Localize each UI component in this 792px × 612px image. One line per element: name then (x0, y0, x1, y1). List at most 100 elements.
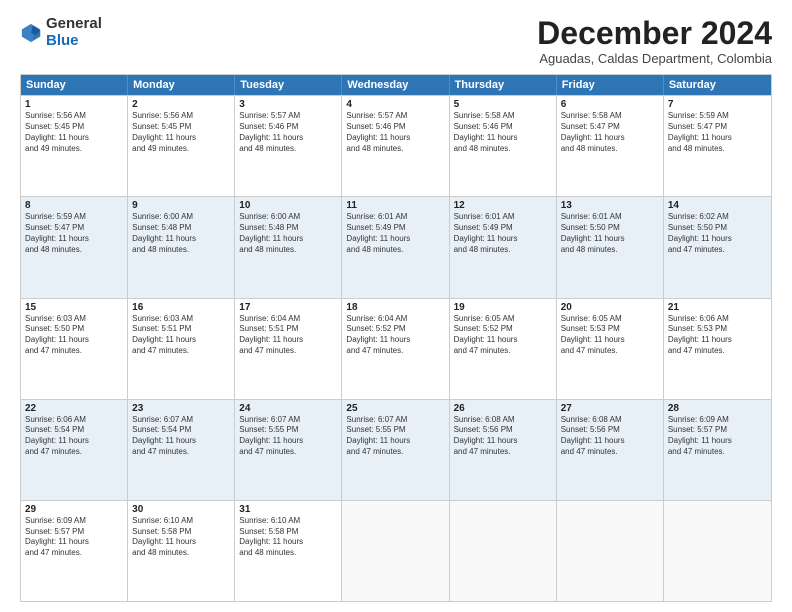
week-row-4: 22Sunrise: 6:06 AM Sunset: 5:54 PM Dayli… (21, 399, 771, 500)
day-info: Sunrise: 5:56 AM Sunset: 5:45 PM Dayligh… (132, 111, 230, 154)
day-cell-empty (450, 501, 557, 601)
day-cell-22: 22Sunrise: 6:06 AM Sunset: 5:54 PM Dayli… (21, 400, 128, 500)
day-info: Sunrise: 6:07 AM Sunset: 5:55 PM Dayligh… (346, 415, 444, 458)
day-info: Sunrise: 6:04 AM Sunset: 5:52 PM Dayligh… (346, 314, 444, 357)
day-cell-18: 18Sunrise: 6:04 AM Sunset: 5:52 PM Dayli… (342, 299, 449, 399)
day-cell-empty (557, 501, 664, 601)
day-info: Sunrise: 6:10 AM Sunset: 5:58 PM Dayligh… (239, 516, 337, 559)
page: General Blue December 2024 Aguadas, Cald… (0, 0, 792, 612)
day-info: Sunrise: 6:05 AM Sunset: 5:52 PM Dayligh… (454, 314, 552, 357)
day-cell-19: 19Sunrise: 6:05 AM Sunset: 5:52 PM Dayli… (450, 299, 557, 399)
day-number: 3 (239, 99, 337, 110)
day-number: 23 (132, 403, 230, 414)
day-cell-1: 1Sunrise: 5:56 AM Sunset: 5:45 PM Daylig… (21, 96, 128, 196)
day-cell-30: 30Sunrise: 6:10 AM Sunset: 5:58 PM Dayli… (128, 501, 235, 601)
day-number: 18 (346, 302, 444, 313)
day-cell-17: 17Sunrise: 6:04 AM Sunset: 5:51 PM Dayli… (235, 299, 342, 399)
day-cell-11: 11Sunrise: 6:01 AM Sunset: 5:49 PM Dayli… (342, 197, 449, 297)
day-number: 4 (346, 99, 444, 110)
day-cell-9: 9Sunrise: 6:00 AM Sunset: 5:48 PM Daylig… (128, 197, 235, 297)
day-cell-31: 31Sunrise: 6:10 AM Sunset: 5:58 PM Dayli… (235, 501, 342, 601)
day-cell-13: 13Sunrise: 6:01 AM Sunset: 5:50 PM Dayli… (557, 197, 664, 297)
day-info: Sunrise: 6:00 AM Sunset: 5:48 PM Dayligh… (239, 212, 337, 255)
day-number: 29 (25, 504, 123, 515)
day-number: 21 (668, 302, 767, 313)
day-cell-23: 23Sunrise: 6:07 AM Sunset: 5:54 PM Dayli… (128, 400, 235, 500)
day-info: Sunrise: 5:58 AM Sunset: 5:47 PM Dayligh… (561, 111, 659, 154)
day-cell-4: 4Sunrise: 5:57 AM Sunset: 5:46 PM Daylig… (342, 96, 449, 196)
week-row-1: 1Sunrise: 5:56 AM Sunset: 5:45 PM Daylig… (21, 95, 771, 196)
day-info: Sunrise: 6:06 AM Sunset: 5:54 PM Dayligh… (25, 415, 123, 458)
month-title: December 2024 (537, 16, 772, 51)
day-number: 8 (25, 200, 123, 211)
day-number: 22 (25, 403, 123, 414)
day-number: 15 (25, 302, 123, 313)
day-info: Sunrise: 6:03 AM Sunset: 5:51 PM Dayligh… (132, 314, 230, 357)
day-info: Sunrise: 5:58 AM Sunset: 5:46 PM Dayligh… (454, 111, 552, 154)
day-cell-12: 12Sunrise: 6:01 AM Sunset: 5:49 PM Dayli… (450, 197, 557, 297)
day-info: Sunrise: 6:01 AM Sunset: 5:49 PM Dayligh… (346, 212, 444, 255)
day-cell-29: 29Sunrise: 6:09 AM Sunset: 5:57 PM Dayli… (21, 501, 128, 601)
day-info: Sunrise: 5:56 AM Sunset: 5:45 PM Dayligh… (25, 111, 123, 154)
logo: General Blue (20, 16, 102, 49)
day-number: 26 (454, 403, 552, 414)
day-number: 31 (239, 504, 337, 515)
day-info: Sunrise: 5:57 AM Sunset: 5:46 PM Dayligh… (239, 111, 337, 154)
header-day-thursday: Thursday (450, 75, 557, 95)
day-cell-15: 15Sunrise: 6:03 AM Sunset: 5:50 PM Dayli… (21, 299, 128, 399)
day-number: 2 (132, 99, 230, 110)
day-cell-2: 2Sunrise: 5:56 AM Sunset: 5:45 PM Daylig… (128, 96, 235, 196)
day-cell-empty (342, 501, 449, 601)
day-info: Sunrise: 6:08 AM Sunset: 5:56 PM Dayligh… (454, 415, 552, 458)
logo-text: General Blue (46, 16, 102, 49)
day-info: Sunrise: 6:04 AM Sunset: 5:51 PM Dayligh… (239, 314, 337, 357)
day-number: 16 (132, 302, 230, 313)
day-info: Sunrise: 5:57 AM Sunset: 5:46 PM Dayligh… (346, 111, 444, 154)
calendar-header: SundayMondayTuesdayWednesdayThursdayFrid… (21, 75, 771, 95)
calendar-body: 1Sunrise: 5:56 AM Sunset: 5:45 PM Daylig… (21, 95, 771, 601)
header: General Blue December 2024 Aguadas, Cald… (20, 16, 772, 66)
day-cell-10: 10Sunrise: 6:00 AM Sunset: 5:48 PM Dayli… (235, 197, 342, 297)
day-info: Sunrise: 6:01 AM Sunset: 5:50 PM Dayligh… (561, 212, 659, 255)
subtitle: Aguadas, Caldas Department, Colombia (537, 51, 772, 66)
day-number: 9 (132, 200, 230, 211)
day-cell-3: 3Sunrise: 5:57 AM Sunset: 5:46 PM Daylig… (235, 96, 342, 196)
day-number: 10 (239, 200, 337, 211)
day-number: 11 (346, 200, 444, 211)
header-day-saturday: Saturday (664, 75, 771, 95)
day-info: Sunrise: 6:07 AM Sunset: 5:55 PM Dayligh… (239, 415, 337, 458)
day-info: Sunrise: 6:08 AM Sunset: 5:56 PM Dayligh… (561, 415, 659, 458)
day-number: 30 (132, 504, 230, 515)
day-info: Sunrise: 6:09 AM Sunset: 5:57 PM Dayligh… (668, 415, 767, 458)
day-cell-14: 14Sunrise: 6:02 AM Sunset: 5:50 PM Dayli… (664, 197, 771, 297)
day-info: Sunrise: 6:06 AM Sunset: 5:53 PM Dayligh… (668, 314, 767, 357)
week-row-5: 29Sunrise: 6:09 AM Sunset: 5:57 PM Dayli… (21, 500, 771, 601)
day-info: Sunrise: 6:09 AM Sunset: 5:57 PM Dayligh… (25, 516, 123, 559)
day-cell-7: 7Sunrise: 5:59 AM Sunset: 5:47 PM Daylig… (664, 96, 771, 196)
day-info: Sunrise: 6:01 AM Sunset: 5:49 PM Dayligh… (454, 212, 552, 255)
day-cell-empty (664, 501, 771, 601)
day-info: Sunrise: 6:00 AM Sunset: 5:48 PM Dayligh… (132, 212, 230, 255)
day-number: 5 (454, 99, 552, 110)
day-info: Sunrise: 6:02 AM Sunset: 5:50 PM Dayligh… (668, 212, 767, 255)
day-info: Sunrise: 5:59 AM Sunset: 5:47 PM Dayligh… (25, 212, 123, 255)
day-cell-6: 6Sunrise: 5:58 AM Sunset: 5:47 PM Daylig… (557, 96, 664, 196)
day-number: 19 (454, 302, 552, 313)
header-day-tuesday: Tuesday (235, 75, 342, 95)
day-number: 1 (25, 99, 123, 110)
day-cell-16: 16Sunrise: 6:03 AM Sunset: 5:51 PM Dayli… (128, 299, 235, 399)
week-row-3: 15Sunrise: 6:03 AM Sunset: 5:50 PM Dayli… (21, 298, 771, 399)
logo-icon (20, 22, 42, 44)
day-info: Sunrise: 6:07 AM Sunset: 5:54 PM Dayligh… (132, 415, 230, 458)
day-info: Sunrise: 6:05 AM Sunset: 5:53 PM Dayligh… (561, 314, 659, 357)
header-day-sunday: Sunday (21, 75, 128, 95)
day-cell-20: 20Sunrise: 6:05 AM Sunset: 5:53 PM Dayli… (557, 299, 664, 399)
day-number: 17 (239, 302, 337, 313)
calendar: SundayMondayTuesdayWednesdayThursdayFrid… (20, 74, 772, 602)
day-number: 24 (239, 403, 337, 414)
day-number: 13 (561, 200, 659, 211)
day-info: Sunrise: 6:03 AM Sunset: 5:50 PM Dayligh… (25, 314, 123, 357)
day-number: 14 (668, 200, 767, 211)
day-number: 20 (561, 302, 659, 313)
week-row-2: 8Sunrise: 5:59 AM Sunset: 5:47 PM Daylig… (21, 196, 771, 297)
